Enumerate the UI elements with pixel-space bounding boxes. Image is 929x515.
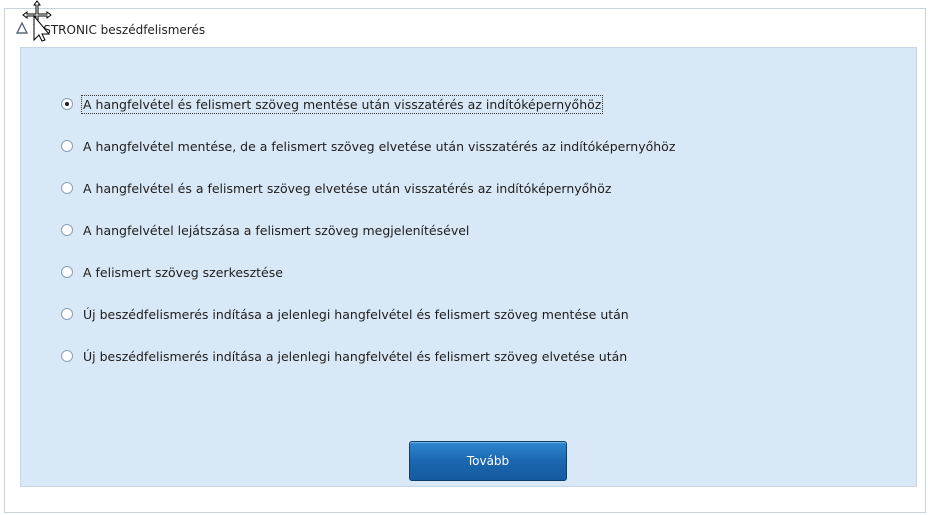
option-label: A hangfelvétel mentése, de a felismert s…: [83, 138, 676, 154]
radio-button[interactable]: [61, 182, 73, 194]
next-button[interactable]: Tovább: [409, 441, 567, 481]
window-title: ASTRONIC beszédfelismerés: [35, 23, 206, 37]
option-label: Új beszédfelismerés indítása a jelenlegi…: [83, 348, 628, 364]
title-bar: ASTRONIC beszédfelismerés: [5, 9, 925, 45]
option-playback[interactable]: A hangfelvétel lejátszása a felismert sz…: [61, 220, 469, 240]
radio-button[interactable]: [61, 350, 73, 362]
option-discard-return[interactable]: A hangfelvétel és a felismert szöveg elv…: [61, 178, 611, 198]
option-new-discard[interactable]: Új beszédfelismerés indítása a jelenlegi…: [61, 346, 627, 366]
option-label: Új beszédfelismerés indítása a jelenlegi…: [83, 306, 629, 322]
option-label: A hangfelvétel lejátszása a felismert sz…: [83, 222, 470, 238]
radio-button[interactable]: [61, 266, 73, 278]
option-label: A hangfelvétel és felismert szöveg menté…: [80, 94, 604, 114]
option-save-audio-discard-text[interactable]: A hangfelvétel mentése, de a felismert s…: [61, 136, 675, 156]
radio-button[interactable]: [61, 308, 73, 320]
move-cursor-icon: [22, 0, 52, 42]
option-save-return[interactable]: A hangfelvétel és felismert szöveg menté…: [61, 94, 604, 114]
app-window: ASTRONIC beszédfelismerés A hangfelvétel…: [4, 8, 926, 513]
radio-button[interactable]: [61, 224, 73, 236]
option-edit-text[interactable]: A felismert szöveg szerkesztése: [61, 262, 283, 282]
option-new-save[interactable]: Új beszédfelismerés indítása a jelenlegi…: [61, 304, 629, 324]
option-label: A hangfelvétel és a felismert szöveg elv…: [83, 180, 612, 196]
options-panel: A hangfelvétel és felismert szöveg menté…: [20, 47, 917, 487]
option-label: A felismert szöveg szerkesztése: [83, 264, 283, 280]
radio-button-checked[interactable]: [61, 98, 73, 110]
radio-button[interactable]: [61, 140, 73, 152]
